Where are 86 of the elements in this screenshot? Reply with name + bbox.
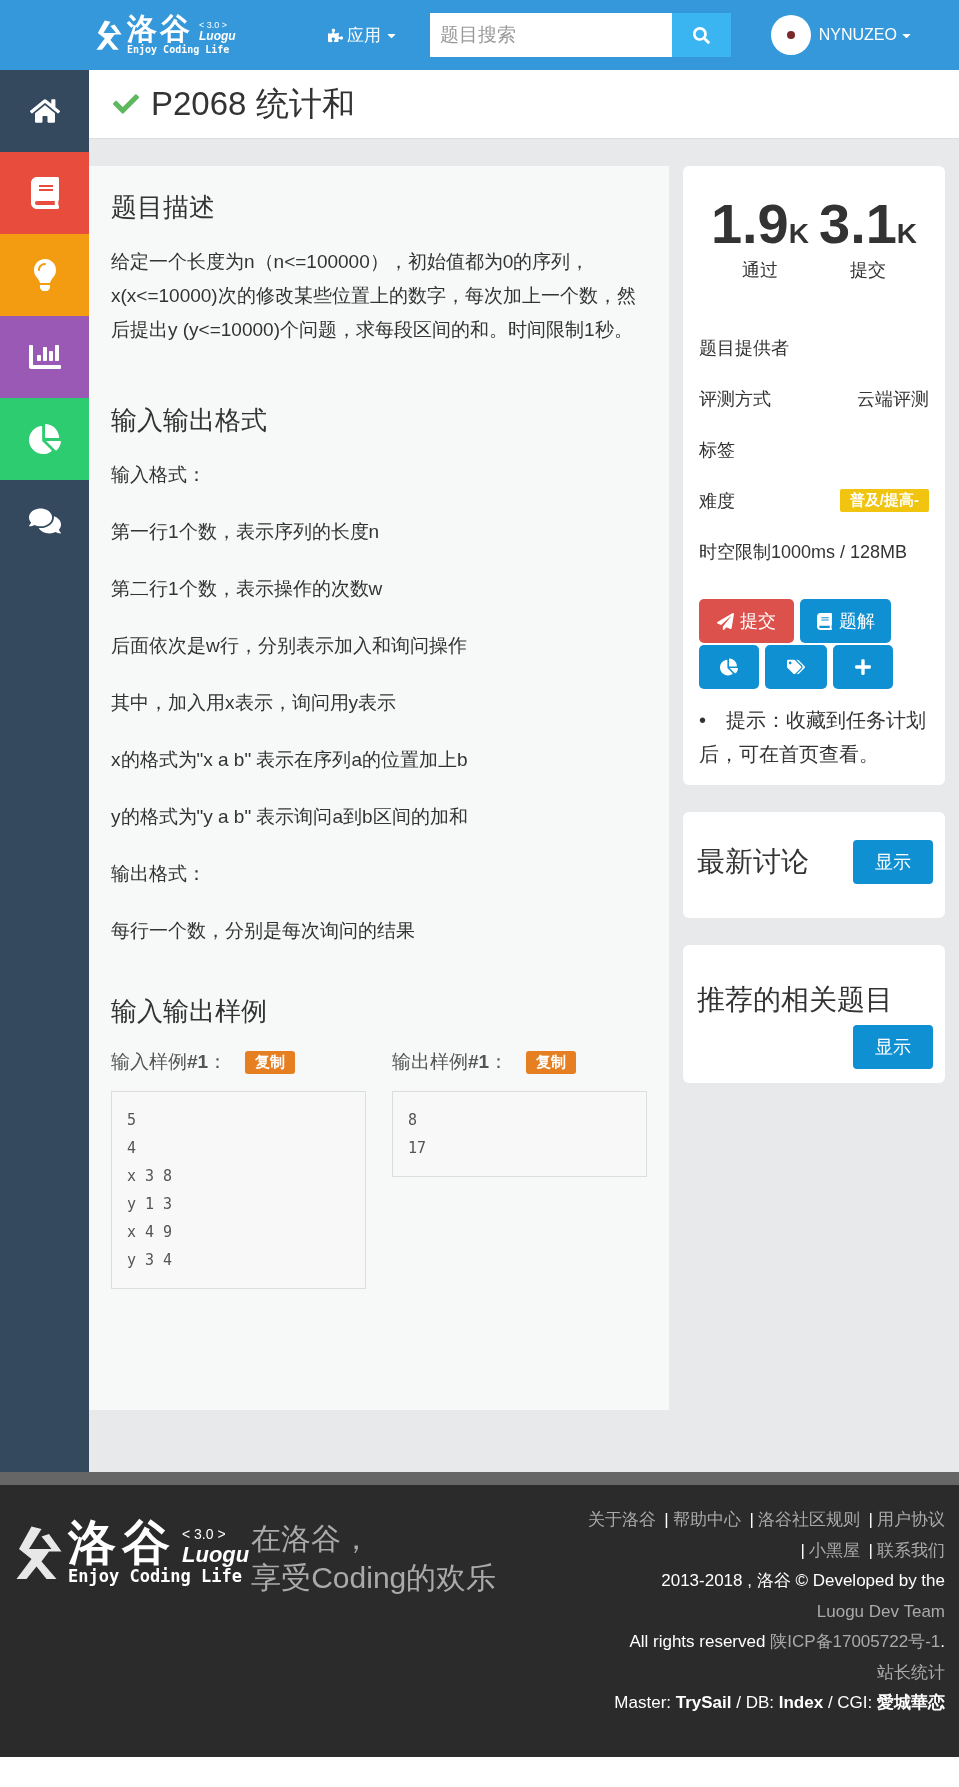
puzzle-icon: [327, 27, 343, 43]
stat-value: 1.9K: [710, 196, 809, 252]
paragraph: y的格式为"y a b" 表示询问a到b区间的加和: [111, 805, 469, 829]
show-button[interactable]: 显示: [853, 1025, 933, 1069]
show-button[interactable]: 显示: [853, 840, 933, 884]
icon-button[interactable]: [833, 645, 893, 689]
footer-link[interactable]: 用户协议: [877, 1510, 945, 1529]
slogan-text: 在洛谷，: [251, 1521, 373, 1557]
pie-chart-icon: [720, 658, 738, 676]
plus-icon: [854, 658, 872, 676]
link-separator: |: [800, 1540, 805, 1560]
icp-link[interactable]: 陕ICP备17005722号-1: [770, 1632, 941, 1651]
info-label: 时空限制1000ms / 128MB: [699, 540, 908, 564]
card-title: 最新讨论: [697, 845, 809, 879]
footer-link[interactable]: 洛谷社区规则: [757, 1510, 860, 1529]
user-menu[interactable]: NYNUZEO: [818, 26, 913, 44]
problem-title: P2068 统计和: [151, 83, 355, 124]
paragraph: 第一行1个数，表示序列的长度n: [111, 520, 381, 544]
hint-text: • 提示：收藏到任务计划后，可在首页查看。: [699, 708, 927, 767]
footer-link[interactable]: 小黑屋: [808, 1540, 860, 1560]
sample-code: 5 4 x 3 8 y 1 3 x 4 9 y 3 4: [111, 1091, 366, 1289]
logo-name: 洛谷: [127, 14, 193, 45]
paragraph: 每行一个数，分别是每次询问的结果: [111, 919, 416, 943]
link-separator: |: [749, 1510, 754, 1529]
info-value: 云端评测: [857, 387, 929, 411]
info-label: 评测方式: [699, 387, 771, 411]
logo-mark-icon: [14, 1524, 64, 1582]
sample-label: 输入样例#1：: [111, 1050, 228, 1074]
paragraph: 其中，加入用x表示，询问用y表示: [111, 691, 397, 715]
footer-link[interactable]: 帮助中心: [672, 1510, 741, 1529]
difficulty-badge: 普及/提高-: [839, 489, 929, 512]
link-separator: |: [868, 1510, 873, 1529]
paragraph: x的格式为"x a b" 表示在序列a的位置加上b: [111, 748, 469, 772]
rights-text: All rights reserved: [629, 1632, 766, 1651]
sample-label: 输出样例#1：: [392, 1050, 509, 1074]
logo-latin: Luogu: [199, 30, 236, 44]
paragraph: 输出格式：: [111, 862, 207, 886]
server-info: Master: TrySail / DB: Index / CGI: 愛城華恋: [614, 1693, 945, 1712]
link-separator: |: [664, 1510, 669, 1529]
logo-tagline: Enjoy Coding Life: [68, 1567, 242, 1587]
search-icon: [692, 26, 710, 44]
logo-latin: Luogu: [182, 1541, 250, 1567]
section-heading: 题目描述: [111, 191, 216, 224]
paragraph: 给定一个长度为n（n<=100000），初始值都为0的序列，x(x<=10000)次的修改某些位置上的数字，每次加上一个数，然后提出y (y<=10000)个问题，求每段区间的和。时间限制1秒。: [111, 250, 637, 342]
info-label: 题目提供者: [699, 336, 789, 360]
section-heading: 输入输出样例: [111, 995, 268, 1028]
book-icon: [816, 612, 833, 630]
icon-button[interactable]: [699, 645, 759, 689]
paragraph: 后面依次是w行，分别表示加入和询问操作: [111, 634, 468, 658]
footer-link[interactable]: 关于洛谷: [587, 1510, 656, 1529]
stat-label: 通过: [741, 259, 778, 282]
search-field[interactable]: 题目搜索: [429, 13, 672, 57]
footer-link[interactable]: 联系我们: [877, 1540, 945, 1560]
slogan-text: 享受Coding的欢乐: [251, 1560, 497, 1596]
pie-chart-icon: [28, 423, 61, 455]
stats-link[interactable]: 站长统计: [877, 1662, 945, 1682]
paragraph: 第二行1个数，表示操作的次数w: [111, 577, 384, 601]
paragraph: 输入格式：: [111, 463, 207, 487]
info-label: 难度: [699, 489, 735, 513]
version-label: < 3.0 >: [199, 20, 229, 31]
tags-icon: [787, 658, 805, 676]
sample-code: 8 17: [392, 1091, 647, 1177]
sidebar-item[interactable]: [0, 152, 89, 234]
section-heading: 输入输出格式: [111, 404, 268, 437]
logo-tagline: Enjoy Coding Life: [127, 44, 231, 56]
logo-name: 洛谷: [68, 1519, 176, 1567]
info-label: 标签: [699, 438, 735, 462]
link-separator: |: [868, 1540, 873, 1560]
home-icon: [29, 96, 60, 126]
version-label: < 3.0 >: [182, 1525, 227, 1542]
icon-button[interactable]: [765, 645, 827, 689]
action-button[interactable]: 题解: [800, 599, 891, 643]
copyright-text: 2013-2018 , 洛谷 © Developed by the: [661, 1571, 945, 1590]
paper-plane-icon: [717, 612, 734, 630]
sidebar-item[interactable]: [0, 316, 89, 398]
book-icon: [28, 177, 61, 209]
stat-value: 3.1K: [819, 196, 918, 252]
stat-label: 提交: [850, 259, 887, 282]
avatar[interactable]: [770, 15, 811, 55]
period-text: .: [940, 1632, 945, 1651]
apps-menu[interactable]: 应用: [323, 19, 402, 51]
card-title: 推荐的相关题目: [697, 983, 893, 1017]
search-button[interactable]: [671, 13, 731, 57]
team-link[interactable]: Luogu Dev Team: [816, 1601, 945, 1621]
logo-mark-icon: [95, 18, 123, 52]
action-button[interactable]: 提交: [699, 599, 794, 643]
